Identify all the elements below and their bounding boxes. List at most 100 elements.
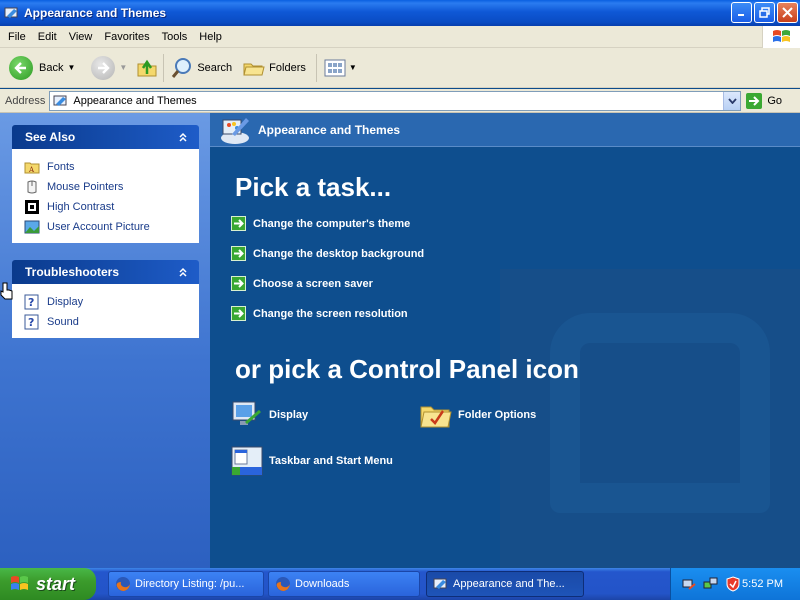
task-change-desktop-background[interactable]: Change the desktop background [231,246,424,261]
address-dropdown-button[interactable] [723,91,741,110]
cp-taskbar-start-menu[interactable]: Taskbar and Start Menu [230,445,393,477]
go-button[interactable]: Go [745,92,782,110]
toolbar-separator [163,53,165,82]
back-arrow-icon [9,55,33,80]
taskbar-button-label: Appearance and The... [453,578,565,590]
task-change-screen-resolution[interactable]: Change the screen resolution [231,306,408,321]
system-tray: 5:52 PM [670,568,800,600]
address-bar: Address Appearance and Themes Go [0,89,800,113]
folders-icon [243,63,265,75]
task-choose-screen-saver[interactable]: Choose a screen saver [231,276,373,291]
taskbar-button-label: Directory Listing: /pu... [135,578,245,590]
search-button[interactable]: Search [170,56,232,80]
folder-options-icon [420,406,452,428]
mouse-icon [27,180,37,194]
network-tray-icon[interactable] [681,576,697,592]
forward-dropdown-icon[interactable]: ▼ [119,63,127,72]
up-folder-button[interactable] [135,56,159,80]
see-also-label: User Account Picture [47,221,150,233]
menu-favorites[interactable]: Favorites [98,31,155,43]
collapse-chevron-icon[interactable] [175,264,191,280]
start-label: start [36,573,76,594]
clock[interactable]: 5:52 PM [742,578,783,590]
forward-arrow-icon [91,55,116,80]
task-arrow-icon [231,246,246,261]
minimize-button[interactable] [731,2,752,23]
troubleshooters-header[interactable]: Troubleshooters [12,260,199,284]
address-input[interactable]: Appearance and Themes [49,90,742,111]
display-icon [232,401,261,425]
taskbar-button-downloads[interactable]: Downloads [268,571,420,597]
troubleshooter-display[interactable]: ? Display [24,292,199,312]
views-button[interactable]: ▼ [323,57,357,79]
taskbar-button-directory-listing[interactable]: Directory Listing: /pu... [108,571,264,597]
windows-logo [762,26,800,48]
taskbar-icon [231,446,263,476]
fonts-folder-icon: A [24,162,40,174]
restore-button[interactable] [754,2,775,23]
menu-file[interactable]: File [0,31,32,43]
collapse-chevron-icon[interactable] [175,129,191,145]
pick-icon-heading: or pick a Control Panel icon [235,354,579,384]
menu-bar: File Edit View Favorites Tools Help [0,26,800,48]
user-picture-icon [24,220,40,234]
svg-text:?: ? [28,296,34,309]
window-title: Appearance and Themes [24,6,167,20]
see-also-high-contrast[interactable]: High Contrast [24,197,199,217]
toolbar-separator [315,53,317,82]
help-icon: ? [24,314,39,330]
views-dropdown-icon[interactable]: ▼ [349,63,357,72]
close-icon [782,7,793,18]
minimize-icon [738,14,744,16]
cp-label: Taskbar and Start Menu [269,455,393,467]
views-icon [324,59,346,76]
cp-display[interactable]: Display [230,399,308,431]
svg-text:?: ? [28,316,34,329]
chevron-down-icon [728,97,737,104]
troubleshooter-sound[interactable]: ? Sound [24,312,199,332]
cp-folder-options[interactable]: Folder Options [419,399,536,431]
task-change-theme[interactable]: Change the computer's theme [231,216,410,231]
firefox-icon [116,577,130,591]
title-bar[interactable]: Appearance and Themes [0,0,800,26]
search-icon [172,57,192,78]
see-also-title: See Also [25,130,76,144]
firefox-icon [276,577,290,591]
forward-button[interactable]: ▼ [91,55,127,80]
menu-view[interactable]: View [63,31,99,43]
menu-help[interactable]: Help [193,31,228,43]
connection-tray-icon[interactable] [703,576,719,592]
back-button[interactable]: Back ▼ [9,55,75,80]
appearance-app-icon [4,7,18,18]
taskbar-button-appearance[interactable]: Appearance and The... [426,571,584,597]
see-also-label: Mouse Pointers [47,181,124,193]
task-arrow-icon [231,276,246,291]
windows-flag-icon [11,576,28,590]
see-also-user-account-picture[interactable]: User Account Picture [24,217,199,237]
close-button[interactable] [777,2,798,23]
troubleshooters-title: Troubleshooters [25,265,120,279]
left-task-pane: See Also A Fonts Mouse Pointers High Con… [0,113,210,568]
appearance-address-icon [53,95,67,106]
troubleshooter-label: Sound [47,316,79,328]
start-button[interactable]: start [0,568,96,600]
menu-tools[interactable]: Tools [156,31,194,43]
svg-text:A: A [28,166,35,174]
appearance-icon [433,578,447,589]
search-label: Search [197,61,233,74]
troubleshooters-panel: Troubleshooters ? Display ? Sound [12,260,199,338]
see-also-header[interactable]: See Also [12,125,199,149]
task-label: Change the screen resolution [253,307,408,320]
folders-button[interactable]: Folders [242,56,306,80]
see-also-mouse-pointers[interactable]: Mouse Pointers [24,177,199,197]
watermark-shape [550,313,770,513]
menu-edit[interactable]: Edit [32,31,63,43]
task-label: Change the desktop background [253,247,425,260]
address-value: Appearance and Themes [73,94,197,107]
security-shield-icon[interactable] [725,576,741,592]
see-also-panel: See Also A Fonts Mouse Pointers High Con… [12,125,199,243]
see-also-fonts[interactable]: A Fonts [24,157,199,177]
see-also-label: Fonts [47,161,75,173]
restore-icon [759,7,770,18]
back-dropdown-icon[interactable]: ▼ [67,63,75,72]
